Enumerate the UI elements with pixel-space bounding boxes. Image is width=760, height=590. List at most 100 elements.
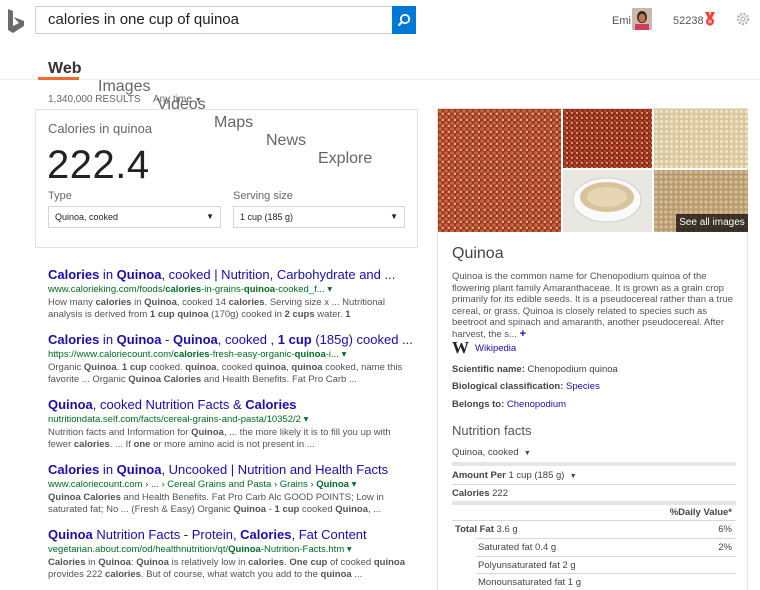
type-label: Type bbox=[48, 190, 72, 202]
nutrition-facts-title: Nutrition facts bbox=[452, 423, 532, 438]
nutrition-divider bbox=[476, 573, 736, 574]
result-title-link[interactable]: Calories in Quinoa - Quinoa, cooked , 1 … bbox=[48, 332, 413, 347]
fact-value: Chenopodium quinoa bbox=[527, 364, 618, 375]
result-title-link[interactable]: Quinoa Nutrition Facts - Protein, Calori… bbox=[48, 527, 410, 542]
quinoa-image-bowl[interactable] bbox=[563, 170, 652, 232]
nutrient-label: Polyunsaturated fat bbox=[478, 560, 560, 571]
entity-description: Quinoa is the common name for Chenopodiu… bbox=[452, 271, 738, 340]
nutrient-amount: 1 g bbox=[567, 577, 582, 588]
nutrient-label: Monounsaturated fat bbox=[478, 577, 566, 588]
calories-label: Calories bbox=[452, 488, 490, 499]
result-snippet: Calories in Quinoa: Quinoa is relatively… bbox=[48, 557, 405, 580]
nutrient-daily-value: 6% bbox=[718, 524, 732, 535]
fact-biological-classification: Biological classification: Species bbox=[452, 381, 600, 392]
result-snippet: Quinoa Calories and Health Benefits. Fat… bbox=[48, 492, 384, 515]
fact-value-link[interactable]: Chenopodium bbox=[507, 399, 566, 410]
nutrition-divider bbox=[452, 484, 736, 485]
serving-size-select[interactable]: 1 cup (185 g) ▼ bbox=[233, 206, 405, 228]
wikipedia-link[interactable]: W Wikipedia bbox=[452, 338, 516, 358]
nutrient-amount: 0.4 g bbox=[535, 542, 557, 553]
serving-select-value: 1 cup (185 g) bbox=[240, 212, 294, 222]
nutrition-divider bbox=[452, 520, 736, 521]
nutrition-type-dropdown[interactable]: Quinoa, cooked ▼ bbox=[452, 447, 531, 458]
search-icon bbox=[397, 13, 411, 27]
nutrition-type-value: Quinoa, cooked bbox=[452, 447, 519, 458]
result-title-link[interactable]: Calories in Quinoa, cooked | Nutrition, … bbox=[48, 267, 410, 282]
entity-description-text: Quinoa is the common name for Chenopodiu… bbox=[452, 271, 733, 340]
result-snippet: How many calories in Quinoa, cooked 14 c… bbox=[48, 297, 385, 320]
quinoa-image-red[interactable] bbox=[438, 109, 561, 232]
fact-scientific-name: Scientific name: Chenopodium quinoa bbox=[452, 364, 618, 375]
see-all-images-button[interactable]: See all images bbox=[676, 214, 748, 232]
type-select-value: Quinoa, cooked bbox=[55, 212, 119, 222]
amount-per-row: Amount Per 1 cup (185 g) ▼ bbox=[452, 470, 736, 481]
nutrient-label: Saturated fat bbox=[478, 542, 533, 553]
search-result: Calories in Quinoa, cooked | Nutrition, … bbox=[48, 267, 410, 321]
chevron-down-icon: ▼ bbox=[194, 97, 202, 104]
settings-gear-icon[interactable] bbox=[736, 12, 750, 26]
calorie-value: 222.4 bbox=[47, 143, 150, 187]
dropdown-arrow-icon: ▼ bbox=[390, 212, 398, 221]
result-url[interactable]: vegetarian.about.com/od/healthnutrition/… bbox=[48, 544, 410, 555]
wikipedia-label: Wikipedia bbox=[475, 342, 517, 354]
result-url[interactable]: www.caloriecount.com › ... › Cereal Grai… bbox=[48, 479, 410, 490]
amount-per-value: 1 cup (185 g) bbox=[508, 470, 565, 481]
daily-value-label: %Daily Value* bbox=[669, 507, 732, 518]
expand-description-button[interactable]: + bbox=[520, 328, 526, 340]
nutrition-divider bbox=[452, 462, 736, 466]
nutrition-divider bbox=[452, 501, 736, 505]
result-url[interactable]: https://www.caloriecount.com/calories-fr… bbox=[48, 349, 410, 360]
avatar[interactable] bbox=[632, 8, 652, 30]
rewards-count[interactable]: 52238 bbox=[673, 15, 704, 27]
fact-label: Belongs to: bbox=[452, 399, 505, 410]
chevron-down-icon: ▼ bbox=[569, 473, 577, 480]
search-result: Quinoa, cooked Nutrition Facts & Calorie… bbox=[48, 397, 410, 451]
wikipedia-icon: W bbox=[452, 338, 469, 357]
search-result: Quinoa Nutrition Facts - Protein, Calori… bbox=[48, 527, 410, 581]
calorie-card-title: Calories in quinoa bbox=[48, 121, 153, 136]
entity-title: Quinoa bbox=[452, 245, 504, 262]
nutrition-divider bbox=[476, 538, 736, 539]
nutrition-row: Saturated fat 0.4 g 2% bbox=[452, 542, 736, 553]
calories-value: 222 bbox=[492, 488, 508, 499]
tab-web[interactable]: Web bbox=[48, 60, 760, 78]
fact-label: Scientific name: bbox=[452, 364, 525, 375]
nutrition-divider bbox=[476, 556, 736, 557]
bing-logo[interactable] bbox=[6, 8, 28, 34]
nutrient-label: Total Fat bbox=[455, 524, 494, 535]
search-result: Calories in Quinoa, Uncooked | Nutrition… bbox=[48, 462, 410, 516]
nutrient-daily-value: 2% bbox=[718, 542, 732, 553]
fact-belongs-to: Belongs to: Chenopodium bbox=[452, 399, 566, 410]
search-input[interactable] bbox=[48, 11, 388, 28]
quinoa-image-mixed[interactable] bbox=[563, 109, 652, 168]
nutrition-row: Polyunsaturated fat 2 g bbox=[452, 560, 736, 571]
result-url[interactable]: www.calorieking.com/foods/calories-in-gr… bbox=[48, 284, 410, 295]
nutrient-amount: 2 g bbox=[562, 560, 576, 571]
fact-label: Biological classification: bbox=[452, 381, 564, 392]
user-name[interactable]: Emi bbox=[612, 15, 631, 27]
search-box[interactable] bbox=[35, 6, 416, 34]
rewards-medal-icon[interactable] bbox=[704, 12, 716, 26]
dropdown-arrow-icon: ▼ bbox=[206, 212, 214, 221]
amount-per-label: Amount Per bbox=[452, 470, 506, 481]
result-url[interactable]: nutritiondata.self.com/facts/cereal-grai… bbox=[48, 414, 410, 425]
fact-value-link[interactable]: Species bbox=[566, 381, 600, 392]
serving-size-label: Serving size bbox=[233, 190, 293, 202]
result-snippet: Organic Quinoa. 1 cup cooked. quinoa, co… bbox=[48, 362, 403, 385]
amount-per-dropdown[interactable]: 1 cup (185 g) ▼ bbox=[508, 470, 576, 481]
type-select[interactable]: Quinoa, cooked ▼ bbox=[48, 206, 221, 228]
result-title-link[interactable]: Quinoa, cooked Nutrition Facts & Calorie… bbox=[48, 397, 410, 412]
results-count: 1,340,000 RESULTS bbox=[48, 94, 141, 105]
search-result: Calories in Quinoa - Quinoa, cooked , 1 … bbox=[48, 332, 413, 386]
time-filter-dropdown[interactable]: Any time ▼ bbox=[153, 94, 202, 105]
calories-row: Calories 222 bbox=[452, 488, 736, 499]
time-filter-label: Any time bbox=[153, 94, 192, 105]
quinoa-image-light[interactable] bbox=[654, 109, 748, 168]
search-button[interactable] bbox=[392, 6, 416, 34]
chevron-down-icon: ▼ bbox=[523, 450, 531, 457]
result-title-link[interactable]: Calories in Quinoa, Uncooked | Nutrition… bbox=[48, 462, 410, 477]
nutrition-row: Total Fat 3.6 g 6% bbox=[452, 524, 736, 535]
nutrient-amount: 3.6 g bbox=[496, 524, 518, 535]
result-snippet: Nutrition facts and Information for Quin… bbox=[48, 427, 391, 450]
nutrition-row: Monounsaturated fat 1 g bbox=[452, 577, 736, 588]
